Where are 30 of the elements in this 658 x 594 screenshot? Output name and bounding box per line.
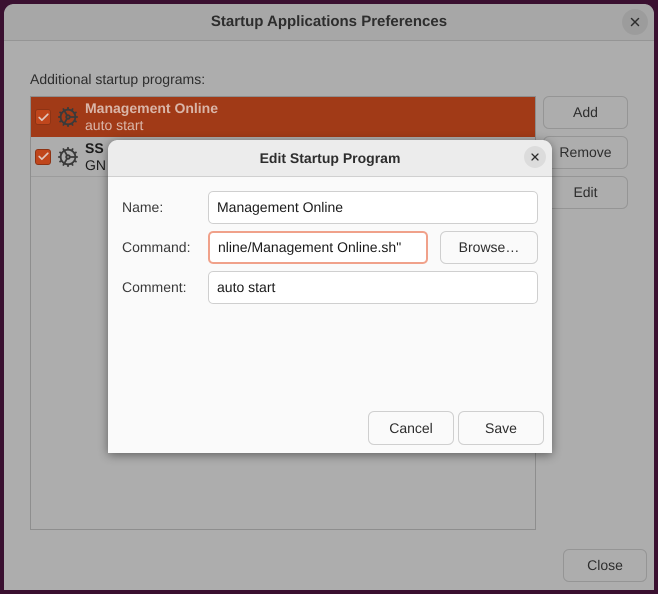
close-button[interactable] (524, 146, 546, 168)
close-button[interactable] (622, 9, 648, 35)
checkbox[interactable] (35, 109, 51, 125)
gear-icon (57, 146, 79, 168)
field-label: Name: (122, 198, 164, 217)
field-label: Command: (122, 238, 192, 257)
program-comment: GN (85, 156, 106, 174)
dialog-button[interactable]: Save (458, 411, 544, 445)
program-row[interactable]: Management Online auto start (31, 97, 535, 137)
close-icon (628, 15, 642, 29)
side-button[interactable]: Remove (543, 136, 628, 169)
input-field[interactable]: Management Online (208, 191, 538, 224)
dialog-button[interactable]: Cancel (368, 411, 454, 445)
checkbox[interactable] (35, 148, 51, 164)
list-label: Additional startup programs: (30, 70, 206, 89)
input-field[interactable]: nline/Management Online.sh" (208, 231, 428, 264)
check-icon (36, 110, 50, 124)
input-field[interactable]: auto start (208, 271, 538, 304)
close-window-button[interactable]: Close (563, 549, 647, 582)
program-name: SS (85, 140, 105, 156)
field-label: Comment: (122, 278, 188, 297)
check-icon (36, 150, 50, 163)
browse-button[interactable]: Browse… (440, 231, 538, 264)
close-icon (529, 151, 541, 163)
program-name: Management Online (85, 100, 218, 117)
side-button[interactable]: Add (543, 96, 628, 129)
program-comment: auto start (85, 117, 144, 134)
window-title: Startup Applications Preferences (210, 12, 448, 32)
dialog-title: Edit Startup Program (260, 148, 400, 168)
gear-icon (57, 106, 79, 128)
